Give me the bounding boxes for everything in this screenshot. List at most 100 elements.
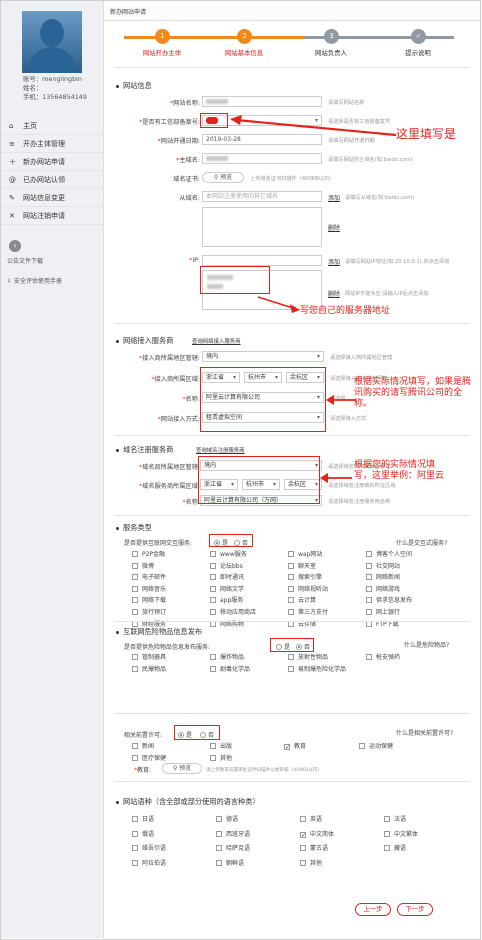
service-type-checkbox[interactable]: 供求信息发布 (366, 595, 412, 604)
sidebar-item-home[interactable]: ⌂ 主页 (1, 117, 104, 135)
service-type-checkbox[interactable]: 博客个人空间 (366, 549, 412, 558)
service-type-checkbox[interactable]: wap网站 (288, 549, 322, 558)
service-type-checkbox[interactable]: 移动应用商店 (210, 607, 256, 616)
ip-hint: 请填写网站IP地址(如:20.10.0.1),并点击添加 (345, 259, 450, 265)
service-type-checkbox[interactable]: 旅行预订 (132, 607, 166, 616)
divider (114, 713, 470, 714)
language-checkbox[interactable]: 藏语 (384, 843, 406, 852)
permit-medical-checkbox[interactable]: 医疗保健 (132, 753, 166, 762)
service-type-checkbox[interactable]: 即时通讯 (210, 572, 244, 581)
service-type-checkbox[interactable]: 网络音乐 (132, 584, 166, 593)
danger-goods-checkbox[interactable]: 管制器具 (132, 652, 166, 661)
service-type-checkbox[interactable]: 网络文学 (210, 584, 244, 593)
step-4-label: 提示说明 (405, 49, 431, 57)
sub-domain-delete-link[interactable]: 删除 (328, 223, 340, 232)
language-checkbox[interactable]: 俄语 (132, 829, 154, 838)
sidebar-item-entity[interactable]: ≡ 开办主体管理 (1, 135, 104, 153)
service-type-checkbox[interactable]: 网络新闻 (366, 572, 400, 581)
sidebar-item-new-site[interactable]: ＋ 新办网站申请 (1, 153, 104, 171)
danger-goods-checkbox[interactable]: 易制爆危险化学品 (288, 664, 346, 673)
access-region-label: *接入商所属地区管辖: (139, 355, 200, 362)
service-type-checkbox[interactable]: P2P金融 (132, 549, 165, 558)
service-type-checkbox[interactable]: FTP下载 (366, 619, 399, 628)
site-name-hint: 请填写网站名称 (328, 100, 365, 106)
site-name-input[interactable] (202, 96, 322, 107)
query-access-provider-link[interactable]: 查询网络接入服务商 (192, 337, 241, 345)
service-type-checkbox[interactable]: 社交网站 (366, 561, 400, 570)
service-type-checkbox[interactable]: 搜索引擎 (288, 572, 322, 581)
ip-add-link[interactable]: 添加 (328, 257, 340, 266)
danger-help-link[interactable]: 什么是危险物品? (404, 640, 449, 649)
service-type-checkbox[interactable]: 网络视听站 (288, 584, 328, 593)
service-type-checkbox[interactable]: 网络购物 (210, 619, 244, 628)
service-type-checkbox[interactable]: 论坛bbs (210, 561, 243, 570)
danger-goods-checkbox[interactable]: 枪支弹药 (366, 652, 400, 661)
danger-goods-checkbox[interactable]: 爆炸物品 (210, 652, 244, 661)
edit-icon: ✎ (9, 193, 15, 202)
service-type-checkbox[interactable]: 聊天室 (288, 561, 316, 570)
service-type-checkbox[interactable]: 网上银行 (366, 607, 400, 616)
permit-other-checkbox[interactable]: 其他 (210, 753, 232, 762)
sidebar-item-label: 开办主体管理 (23, 139, 65, 148)
service-type-checkbox[interactable]: 第三方支付 (288, 607, 328, 616)
query-registrar-link[interactable]: 查询域名注册服务商 (196, 446, 245, 454)
language-checkbox[interactable]: 阿拉伯语 (132, 858, 166, 867)
language-checkbox[interactable]: 德语 (216, 814, 238, 823)
prev-step-button[interactable]: 上一步 (355, 903, 391, 916)
sidebar-item-cancel[interactable]: ✕ 网站注销申请 (1, 207, 104, 225)
sidebar-item-label: 主页 (23, 121, 37, 130)
section-registrar: 域名注册服务商 (116, 445, 173, 455)
access-region-select[interactable]: 境内 (202, 351, 324, 362)
language-checkbox[interactable]: 法语 (384, 814, 406, 823)
service-type-checkbox[interactable]: 电子邮件 (132, 572, 166, 581)
user-info: 账号：menglingbin 姓名： 手机：13564854149 (23, 75, 87, 102)
permit-news-checkbox[interactable]: 新闻 (132, 741, 154, 750)
sidebar-item-change[interactable]: ✎ 网站信息变更 (1, 189, 104, 207)
interactive-help-link[interactable]: 什么是交互式服务? (396, 538, 447, 547)
cert-preview-button[interactable]: ⚲ 预览 (202, 172, 244, 183)
close-icon: ✕ (9, 211, 15, 220)
language-checkbox[interactable]: ✓ 中文简体 (300, 829, 334, 838)
divider (114, 515, 470, 516)
service-type-checkbox[interactable]: app服务 (210, 595, 243, 604)
language-checkbox[interactable]: 蒙古语 (300, 843, 328, 852)
sub-domain-list[interactable] (202, 207, 322, 247)
service-type-checkbox[interactable]: www服务 (210, 549, 247, 558)
service-type-checkbox[interactable]: 云计算 (288, 595, 316, 604)
permit-sport-checkbox[interactable]: 运动保健 (359, 741, 393, 750)
cert-hint: 上传域名证书扫描件（400KB以内） (250, 176, 335, 182)
language-checkbox[interactable]: 哈萨克语 (216, 843, 250, 852)
language-checkbox[interactable]: 朝鲜语 (216, 858, 244, 867)
danger-goods-checkbox[interactable]: 放射性物品 (288, 652, 328, 661)
ip-delete-link[interactable]: 删除 (328, 289, 340, 298)
language-checkbox[interactable]: 中文繁体 (384, 829, 418, 838)
sub-domain-add-link[interactable]: 添加 (328, 193, 340, 202)
edu-upload-hint: 请上传教育前置审批证件扫描件以便审核（400KB以内） (206, 768, 322, 773)
language-checkbox[interactable]: 其他 (300, 858, 322, 867)
service-type-checkbox[interactable]: 网络下载 (132, 595, 166, 604)
permit-publish-checkbox[interactable]: 出版 (210, 741, 232, 750)
danger-goods-checkbox[interactable]: 剧毒化学品 (210, 664, 250, 673)
ip-input[interactable] (202, 255, 322, 266)
language-checkbox[interactable]: 日语 (132, 814, 154, 823)
step-1-circle: 1 (155, 29, 170, 44)
language-checkbox[interactable]: 维吾尔语 (132, 843, 166, 852)
sub-domain-input[interactable]: 本网站注册使用的其它域名 (202, 191, 322, 202)
sidebar-item-claim[interactable]: @ 已办网站认领 (1, 171, 104, 189)
language-checkbox[interactable]: 英语 (300, 814, 322, 823)
domain-input[interactable] (202, 153, 322, 164)
icp-label: *是否有工信部备案号: (139, 119, 200, 126)
notice-item[interactable]: ⇩ 安全评估使用手册 (7, 276, 62, 285)
permit-education-checkbox[interactable]: ✓ 教育 (284, 741, 306, 751)
permit-help-link[interactable]: 什么是相关前置许可? (396, 728, 453, 737)
next-step-button[interactable]: 下一步 (397, 903, 433, 916)
section-service-type: 服务类型 (116, 523, 152, 533)
service-type-checkbox[interactable]: 网络游戏 (366, 584, 400, 593)
language-checkbox[interactable]: 西班牙语 (216, 829, 250, 838)
danger-goods-checkbox[interactable]: 民爆物品 (132, 664, 166, 673)
sidebar-nav: ⌂ 主页 ≡ 开办主体管理 ＋ 新办网站申请 @ 已办网站认领 ✎ 网站信息变更 ✕ 网站注… (1, 117, 104, 225)
service-type-checkbox[interactable]: 微博 (132, 561, 154, 570)
edu-preview-button[interactable]: ⚲ 预览 (162, 763, 202, 774)
service-type-checkbox[interactable]: 云存储 (288, 619, 316, 628)
collapse-toggle-icon[interactable]: ‹ (9, 240, 21, 252)
